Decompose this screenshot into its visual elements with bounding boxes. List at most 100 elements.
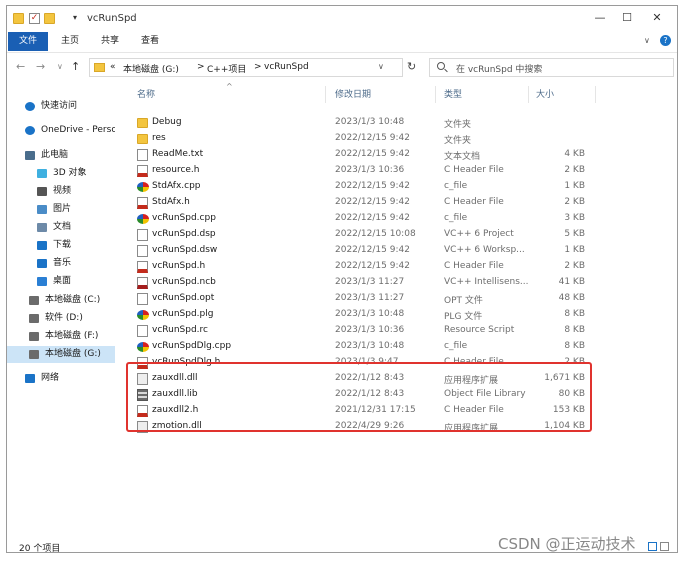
highlight-box <box>126 362 592 432</box>
document-icon <box>37 223 47 232</box>
file-name: StdAfx.h <box>152 197 190 207</box>
sidebar-item[interactable]: 桌面 <box>7 273 115 290</box>
tab-share[interactable]: 共享 <box>95 32 125 51</box>
file-row[interactable]: vcRunSpd.dsw 2022/12/15 9:42 VC++ 6 Worksp… <box>125 243 595 259</box>
properties-icon[interactable]: ✓ <box>29 13 40 24</box>
column-header-date[interactable]: 修改日期 <box>335 87 371 100</box>
column-divider[interactable] <box>435 86 436 103</box>
breadcrumb-overflow[interactable]: « <box>110 62 116 72</box>
header-file-icon <box>137 197 148 209</box>
up-icon[interactable]: ↑ <box>71 60 80 73</box>
navigation-pane: 快速访问 OneDrive - Perso 此电脑 3D 对象 视频图片文档 下载 音乐 桌面… <box>7 84 115 524</box>
header-file-icon <box>137 261 148 273</box>
file-size: 48 KB <box>558 293 585 303</box>
cpp-file-icon <box>137 342 149 352</box>
file-row[interactable]: vcRunSpdDlg.cpp 2023/1/3 10:48 c_file 8 KB <box>125 339 595 355</box>
file-row[interactable]: vcRunSpd.cpp 2022/12/15 9:42 c_file 3 KB <box>125 211 595 227</box>
sidebar-item[interactable]: 本地磁盘 (G:) <box>7 346 115 363</box>
breadcrumb-drive-g[interactable]: 本地磁盘 (G:) <box>123 62 179 75</box>
help-icon[interactable]: ? <box>660 35 671 46</box>
sidebar-item-label: 此电脑 <box>41 150 69 160</box>
address-dropdown-icon[interactable]: ∨ <box>378 62 384 71</box>
column-header-size[interactable]: 大小 <box>536 87 554 100</box>
file-date: 2022/12/15 9:42 <box>335 261 410 271</box>
sidebar-item[interactable]: 图片 <box>7 201 115 218</box>
folder-icon <box>137 118 148 128</box>
sidebar-item[interactable]: 本地磁盘 (F:) <box>7 328 115 345</box>
file-name: vcRunSpd.dsp <box>152 229 216 239</box>
column-header-type[interactable]: 类型 <box>444 87 462 100</box>
sidebar-item[interactable]: 本地磁盘 (C:) <box>7 292 115 309</box>
back-icon[interactable]: ← <box>16 60 25 73</box>
file-row[interactable]: resource.h 2023/1/3 10:36 C Header File 2 K… <box>125 163 595 179</box>
close-icon[interactable]: ✕ <box>647 10 667 26</box>
breadcrumb-separator[interactable]: > <box>254 62 262 72</box>
desktop-icon <box>37 277 47 286</box>
column-divider[interactable] <box>528 86 529 103</box>
sort-ascending-icon: ^ <box>226 82 233 91</box>
sidebar-item[interactable]: 下载 <box>7 237 115 254</box>
file-row[interactable]: vcRunSpd.opt 2023/1/3 11:27 OPT 文件 48 KB <box>125 291 595 307</box>
file-row[interactable]: StdAfx.cpp 2022/12/15 9:42 c_file 1 KB <box>125 179 595 195</box>
file-row[interactable]: Debug 2023/1/3 10:48 文件夹 <box>125 115 595 131</box>
expand-ribbon-icon[interactable]: ∨ <box>644 36 650 45</box>
breadcrumb-cpp-projects[interactable]: C++项目 <box>207 62 246 75</box>
tab-view[interactable]: 查看 <box>135 32 165 51</box>
column-divider[interactable] <box>595 86 596 103</box>
sidebar-item[interactable]: 软件 (D:) <box>7 310 115 327</box>
file-row[interactable]: vcRunSpd.dsp 2022/12/15 10:08 VC++ 6 Proje… <box>125 227 595 243</box>
column-header-name[interactable]: 名称 <box>137 87 155 100</box>
breadcrumb-separator[interactable]: > <box>197 62 205 72</box>
folder-icon <box>13 13 24 24</box>
large-icons-view-icon[interactable] <box>660 542 669 551</box>
file-row[interactable]: vcRunSpd.h 2022/12/15 9:42 C Header File 2 … <box>125 259 595 275</box>
file-date: 2023/1/3 11:27 <box>335 277 405 287</box>
sidebar-item[interactable]: OneDrive - Perso <box>7 122 115 139</box>
file-name: vcRunSpd.dsw <box>152 245 218 255</box>
sidebar-item[interactable]: 文档 <box>7 219 115 236</box>
drive-icon <box>29 314 39 323</box>
details-view-icon[interactable] <box>648 542 657 551</box>
file-name: vcRunSpd.opt <box>152 293 215 303</box>
sidebar-item[interactable]: 3D 对象 <box>7 165 115 182</box>
sidebar-item[interactable]: 快速访问 <box>7 98 115 115</box>
new-folder-icon[interactable] <box>44 13 55 24</box>
file-row[interactable]: vcRunSpd.rc 2023/1/3 10:36 Resource Script… <box>125 323 595 339</box>
sidebar-item[interactable]: 此电脑 <box>7 147 115 164</box>
drive-icon <box>29 332 39 341</box>
text-file-icon <box>137 245 148 257</box>
file-row[interactable]: vcRunSpd.plg 2023/1/3 10:48 PLG 文件 8 KB <box>125 307 595 323</box>
sidebar-item[interactable]: 网络 <box>7 370 115 387</box>
file-type: 文本文档 <box>444 152 481 162</box>
file-row[interactable]: ReadMe.txt 2022/12/15 9:42 文本文档 4 KB <box>125 147 595 163</box>
file-date: 2022/12/15 9:42 <box>335 149 410 159</box>
search-box[interactable]: 在 vcRunSpd 中搜索 <box>429 58 674 77</box>
sidebar-item[interactable]: 视频 <box>7 183 115 200</box>
video-icon <box>37 187 47 196</box>
sidebar-item-label: 图片 <box>53 204 72 214</box>
file-row[interactable]: StdAfx.h 2022/12/15 9:42 C Header File 2 KB <box>125 195 595 211</box>
file-type: C Header File <box>444 197 504 207</box>
tab-home[interactable]: 主页 <box>55 32 85 51</box>
file-name: vcRunSpdDlg.cpp <box>152 341 232 351</box>
minimize-icon[interactable]: — <box>590 10 610 26</box>
maximize-icon[interactable]: ☐ <box>617 10 637 26</box>
file-row[interactable]: res 2022/12/15 9:42 文件夹 <box>125 131 595 147</box>
file-size: 8 KB <box>564 309 585 319</box>
download-icon <box>37 241 47 250</box>
forward-icon[interactable]: → <box>36 60 45 73</box>
sidebar-item-label: 本地磁盘 (G:) <box>45 349 101 359</box>
breadcrumb-vcrunspd[interactable]: vcRunSpd <box>264 62 309 72</box>
address-bar[interactable]: « 本地磁盘 (G:) > C++项目 > vcRunSpd ∨ <box>89 58 403 77</box>
file-name: vcRunSpd.cpp <box>152 213 216 223</box>
recent-locations-icon[interactable]: ∨ <box>57 62 63 71</box>
column-divider[interactable] <box>325 86 326 103</box>
file-type: OPT 文件 <box>444 296 483 306</box>
quick-access-dropdown-icon[interactable]: ▾ <box>73 13 77 22</box>
tab-file[interactable]: 文件 <box>8 32 48 51</box>
file-date: 2022/12/15 9:42 <box>335 133 410 143</box>
computer-icon <box>25 151 35 160</box>
sidebar-item[interactable]: 音乐 <box>7 255 115 272</box>
file-row[interactable]: vcRunSpd.ncb 2023/1/3 11:27 VC++ Intellise… <box>125 275 595 291</box>
refresh-icon[interactable]: ↻ <box>407 60 416 73</box>
